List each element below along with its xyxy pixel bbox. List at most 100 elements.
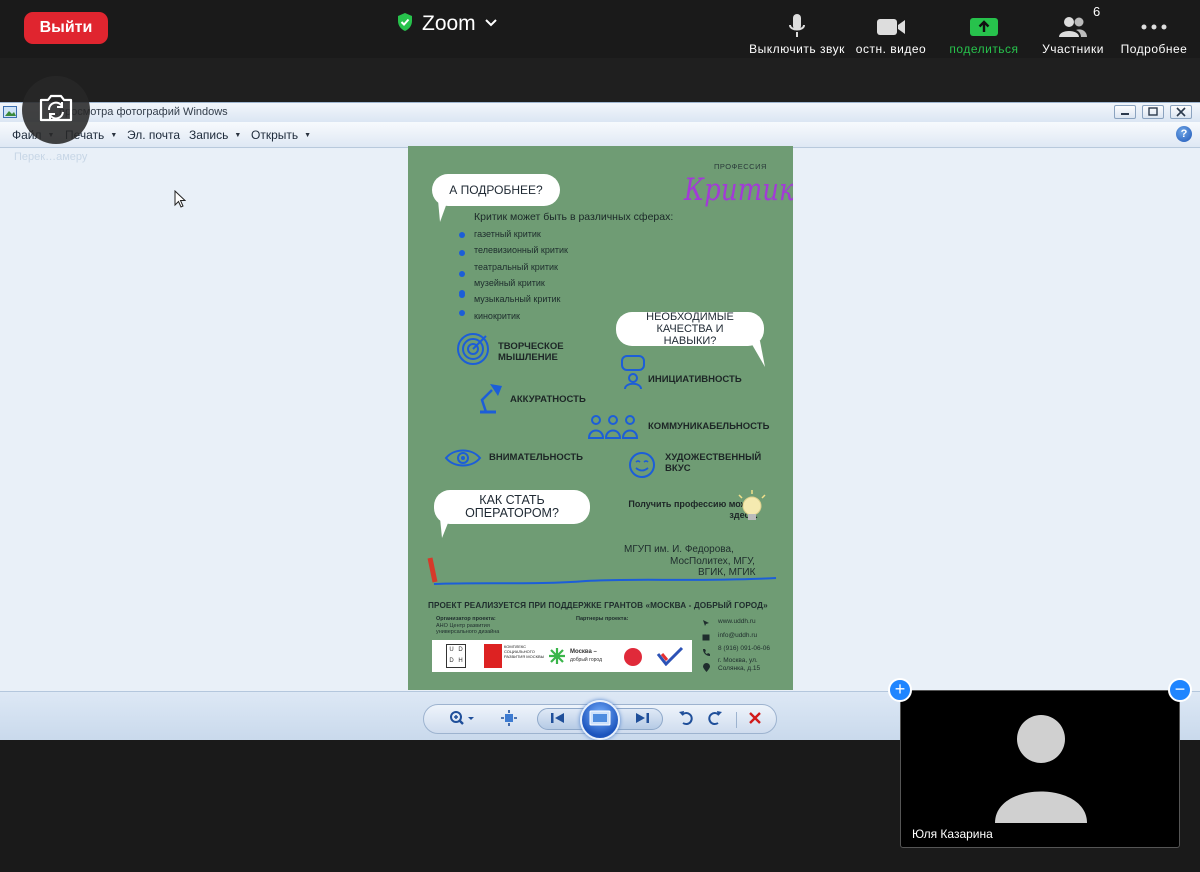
uddh-letter: U — [449, 647, 454, 653]
eye-icon — [444, 449, 482, 467]
maximize-button[interactable] — [1142, 105, 1164, 119]
share-top-strip — [0, 58, 1200, 102]
toolbar-divider — [736, 712, 737, 728]
expand-video-button[interactable]: + — [888, 678, 912, 702]
target-icon — [457, 333, 489, 365]
slideshow-button[interactable] — [580, 700, 620, 740]
minimize-button[interactable] — [1114, 105, 1136, 119]
mute-button[interactable]: Выключить звук — [749, 4, 845, 56]
more-label: Подробнее — [1120, 42, 1188, 56]
minus-icon: − — [1174, 679, 1186, 699]
bullet-dot — [459, 250, 465, 256]
share-label: поделиться — [949, 42, 1019, 56]
bullet-dot — [459, 292, 465, 298]
fit-window-button[interactable] — [500, 709, 518, 728]
mail-icon — [702, 634, 710, 641]
switch-camera-tooltip: Перек…амеру — [14, 151, 88, 163]
bubble-tail-icon — [440, 518, 450, 538]
people-group-icon — [588, 415, 638, 439]
spheres-heading: Критик может быть в различных сферах: — [474, 211, 674, 223]
viewer-app-icon — [3, 106, 17, 121]
next-icon — [634, 711, 650, 730]
chevron-down-icon — [484, 15, 498, 33]
sphere-item: кинокритик — [474, 311, 520, 321]
menu-burn[interactable]: Запись ▼ — [189, 128, 241, 142]
good-city-title: Москва – — [570, 649, 597, 655]
viewer-menubar: Файл▼ Печать▼ Эл. почта Запись▼ Открыть▼… — [0, 122, 1200, 148]
leave-meeting-button[interactable]: Выйти — [24, 12, 108, 44]
plus-icon: + — [894, 679, 906, 699]
sphere-item: телевизионный критик — [474, 245, 568, 255]
next-image-button[interactable] — [634, 712, 650, 728]
menu-open[interactable]: Открыть ▼ — [251, 128, 311, 142]
delete-button[interactable] — [747, 710, 763, 731]
bubble-qualities: НЕОБХОДИМЫЕ КАЧЕСТВА И НАВЫКИ? — [616, 311, 764, 347]
participants-label: Участники — [1042, 42, 1104, 56]
self-view-name: Юля Казарина — [912, 827, 993, 841]
dropdown-arrow-icon: ▼ — [234, 131, 242, 139]
contact-web: www.uddh.ru — [718, 618, 756, 625]
sphere-item: музейный критик — [474, 278, 545, 288]
delete-x-icon — [747, 710, 763, 731]
skill-attention: ВНИМАТЕЛЬНОСТЬ — [489, 452, 583, 463]
video-label: остн. видео — [855, 42, 927, 56]
contact-address: г. Москва, ул. Солянка, д.15 — [718, 657, 761, 672]
bubble-qualities-text: НЕОБХОДИМЫЕ КАЧЕСТВА И НАВЫКИ? — [646, 311, 734, 347]
smile-face-icon — [629, 452, 655, 478]
skill-initiative: ИНИЦИАТИВНОСТЬ — [648, 374, 742, 385]
skill-creative: ТВОРЧЕСКОЕ МЫШЛЕНИЕ — [498, 341, 564, 363]
poster-image: ПРОФЕССИЯ Критик А ПОДРОБНЕЕ? Критик мож… — [408, 146, 793, 690]
uddh-letter: D — [458, 647, 463, 653]
bullet-dot — [459, 310, 465, 316]
bullet-dot — [459, 271, 465, 277]
video-button[interactable]: остн. видео — [852, 4, 930, 56]
organizer-name: АНО Центр развития универсального дизайн… — [436, 623, 500, 635]
slideshow-icon — [589, 710, 611, 731]
pencil-line-icon — [427, 557, 777, 585]
viewer-titlebar[interactable]: …просмотра фотографий Windows — [0, 103, 1200, 122]
magnifier-plus-icon — [449, 710, 475, 731]
profession-label: ПРОФЕССИЯ — [714, 162, 767, 171]
zoom-button[interactable] — [449, 710, 475, 731]
camera-switch-icon — [37, 93, 75, 128]
uddh-logo: UD DH — [446, 644, 466, 668]
contact-phone: 8 (916) 091-06-06 — [718, 645, 771, 652]
rotate-left-icon — [678, 710, 694, 731]
moscow-emblem-icon — [484, 644, 502, 668]
mouse-cursor-icon — [174, 189, 187, 213]
desk-lamp-icon — [480, 384, 502, 414]
bubble-tail-icon — [750, 341, 765, 367]
menu-open-label: Открыть — [251, 128, 299, 142]
dropdown-arrow-icon: ▼ — [304, 131, 312, 139]
shield-check-icon — [396, 12, 414, 37]
skill-taste: ХУДОЖЕСТВЕННЫЙ ВКУС — [665, 452, 762, 474]
logos-strip: UD DH КОМПЛЕКС СОЦИАЛЬНОГО РАЗВИТИЯ МОСК… — [432, 640, 692, 672]
mute-label: Выключить звук — [749, 42, 845, 56]
meeting-title[interactable]: Zoom — [396, 10, 498, 38]
rotate-right-button[interactable] — [707, 710, 723, 728]
sphere-item: газетный критик — [474, 229, 541, 239]
previous-image-button[interactable] — [550, 712, 566, 728]
meeting-title-text: Zoom — [422, 12, 476, 35]
menu-email[interactable]: Эл. почта — [127, 128, 180, 142]
previous-icon — [550, 711, 566, 730]
microphone-icon — [787, 12, 807, 42]
switch-camera-button[interactable] — [22, 76, 90, 144]
menu-email-label: Эл. почта — [127, 128, 181, 142]
help-button[interactable]: ? — [1176, 126, 1192, 142]
rotate-left-button[interactable] — [678, 710, 694, 731]
sphere-item: музыкальный критик — [474, 294, 561, 304]
more-button[interactable]: Подробнее — [1117, 4, 1191, 56]
self-video-tile[interactable]: Юля Казарина — [900, 690, 1180, 848]
minimize-video-button[interactable]: − — [1168, 678, 1192, 702]
share-arrow-icon — [969, 12, 999, 42]
bubble-more-text: А ПОДРОБНЕЕ? — [449, 183, 543, 197]
bubble-tail-icon — [438, 200, 448, 222]
phone-icon — [703, 649, 710, 656]
menu-burn-label: Запись — [189, 128, 229, 142]
organizer-title: Организатор проекта: — [436, 616, 496, 622]
uddh-letter: H — [458, 658, 463, 664]
dropdown-arrow-icon: ▼ — [110, 131, 118, 139]
share-screen-button[interactable]: поделиться — [945, 4, 1023, 56]
close-window-button[interactable] — [1170, 105, 1192, 119]
